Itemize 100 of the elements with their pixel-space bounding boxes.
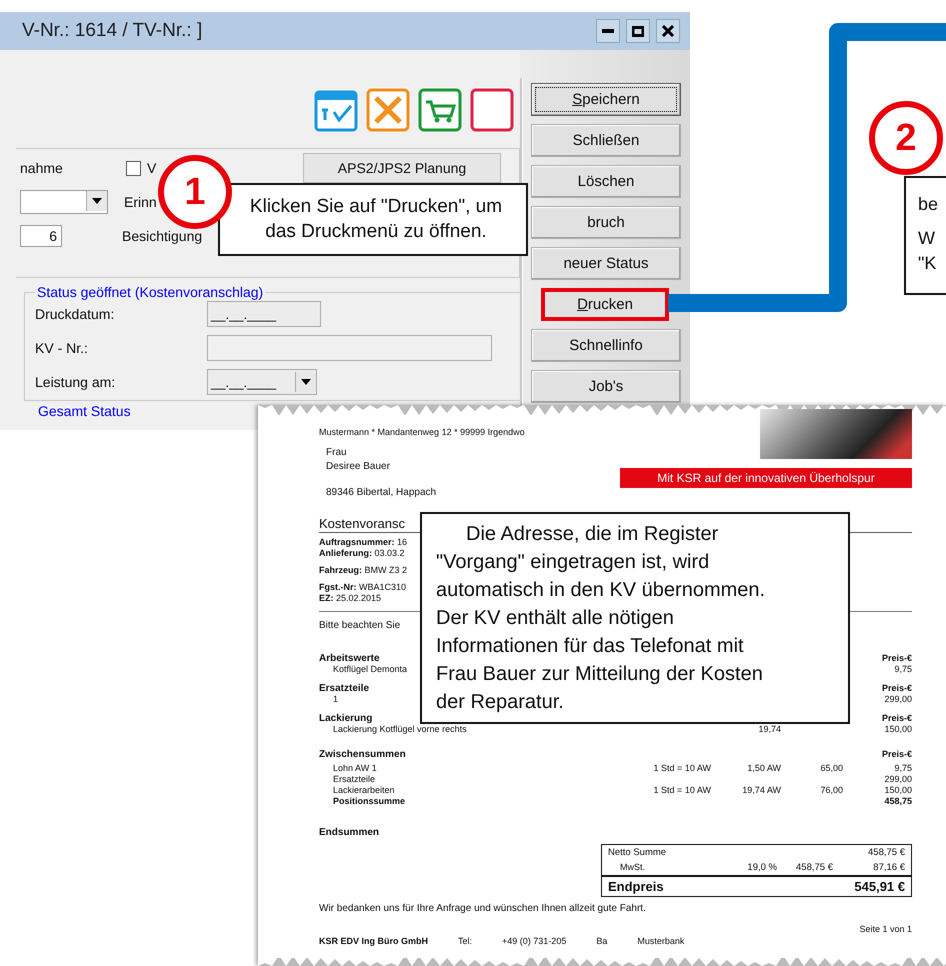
maximize-icon bbox=[632, 26, 644, 36]
side-button[interactable]: Schnellinfo bbox=[531, 329, 681, 362]
detail-value: 03.03.2 bbox=[374, 548, 405, 558]
totals-amount: 87,16 € bbox=[872, 862, 905, 873]
minimize-button[interactable] bbox=[596, 19, 620, 43]
caret-icon bbox=[301, 379, 311, 385]
detail-label: EZ: bbox=[319, 593, 334, 603]
empty-square-icon[interactable] bbox=[470, 88, 514, 132]
close-button[interactable] bbox=[656, 19, 680, 43]
column-heading: Preis-€ bbox=[882, 683, 912, 693]
number-field[interactable]: 6 bbox=[20, 225, 62, 247]
detail-label: Auftragsnummer: bbox=[319, 537, 395, 547]
callout-text: Die Adresse, die im Register "Vorgang" eingetragen ist, wird automatisch in den KV übernommen. Der KV enthält alle nötigen Informationen für das Telefonat mit Frau Bauer zur Mitteilung der Kosten der Reparatur. bbox=[435, 522, 766, 715]
line-item-text: Ersatzteile bbox=[333, 774, 376, 785]
line-item-price: 65,00 bbox=[819, 763, 843, 774]
line-item-units: 19,74 bbox=[757, 724, 781, 735]
window-title: V-Nr.: 1614 / TV-Nr.: ] bbox=[22, 20, 204, 42]
footer-text: Tel: bbox=[458, 936, 472, 946]
line-item-amount: 150,00 bbox=[883, 724, 912, 735]
field-label: Besichtigung bbox=[122, 228, 202, 244]
detail-value: 16 bbox=[397, 537, 408, 547]
calendar-check-icon[interactable] bbox=[314, 88, 358, 132]
callout-text: Klicken Sie auf "Drucken", um das Druckmenü zu öffnen. bbox=[248, 195, 504, 244]
side-button[interactable]: Job's bbox=[531, 370, 681, 403]
field-label: Leistung am: bbox=[35, 374, 116, 390]
group-legend: Status geöffnet (Kostenvoranschlag) bbox=[35, 284, 266, 300]
date-dropdown-field[interactable]: __.__.____ bbox=[207, 369, 317, 395]
column-heading: Preis-€ bbox=[882, 713, 912, 723]
field-label: Druckdatum: bbox=[35, 306, 116, 322]
line-item-amount: 9,75 bbox=[893, 664, 912, 675]
footer-text: Ba bbox=[596, 936, 608, 946]
field-label: nahme bbox=[20, 160, 64, 176]
recipient-name: Desiree Bauer bbox=[326, 461, 390, 472]
salutation: Frau bbox=[326, 447, 347, 458]
line-item-text: Positionssumme bbox=[333, 796, 406, 807]
line-item-units: 1,50 AW bbox=[746, 763, 781, 774]
line-item-units: 19,74 AW bbox=[741, 785, 781, 796]
totals-amount: 458,75 € bbox=[867, 847, 905, 858]
step-number-badge: 2 bbox=[869, 101, 943, 175]
side-button[interactable]: Drucken bbox=[541, 288, 669, 321]
section-title: Arbeitswerte bbox=[319, 653, 380, 664]
line-item-rate: 1 Std = 10 AW bbox=[652, 763, 711, 774]
group-legend: Gesamt Status bbox=[38, 403, 131, 419]
column-heading: Preis-€ bbox=[882, 749, 912, 759]
note-text: Bitte beachten Sie bbox=[319, 620, 400, 631]
line-item-amount: 299,00 bbox=[883, 774, 912, 785]
line-item-price: 76,00 bbox=[819, 785, 843, 796]
callout-text: W bbox=[917, 227, 936, 250]
planning-button[interactable]: APS2/JPS2 Planung bbox=[303, 153, 501, 183]
wrench-cross-icon[interactable] bbox=[366, 88, 410, 132]
closing-text: Wir bedanken uns für Ihre Anfrage und wünschen Ihnen allzeit gute Fahrt. bbox=[319, 903, 646, 914]
footer-text: Musterbank bbox=[637, 936, 684, 946]
totals-amount: 545,91 € bbox=[854, 879, 905, 894]
line-item-amount: 299,00 bbox=[883, 694, 912, 705]
line-item-text: 1 bbox=[333, 694, 338, 705]
footer-text: KSR EDV Ing Büro GmbH bbox=[319, 936, 428, 946]
section-title: Lackierung bbox=[319, 713, 372, 724]
line-item-text: Lackierarbeiten bbox=[333, 785, 395, 796]
text-field[interactable] bbox=[207, 335, 492, 361]
detail-value: 25.02.2015 bbox=[336, 593, 382, 603]
detail-label: Fahrzeug: bbox=[319, 565, 362, 575]
tax-base: 458,75 € bbox=[795, 862, 833, 873]
caret-icon bbox=[92, 198, 102, 204]
line-item-rate: 1 Std = 10 AW bbox=[652, 785, 711, 796]
slogan-banner: Mit KSR auf der innovativen Überholspur bbox=[620, 468, 912, 488]
field-label: KV - Nr.: bbox=[35, 340, 89, 356]
column-heading: Preis-€ bbox=[882, 653, 912, 663]
section-title: Ersatzteile bbox=[319, 683, 370, 694]
document-heading: Kostenvoransc bbox=[319, 516, 405, 531]
cart-icon[interactable] bbox=[418, 88, 462, 132]
maximize-button[interactable] bbox=[626, 19, 650, 43]
line-item-text: Kotflügel Demonta bbox=[333, 664, 408, 675]
side-button[interactable]: Speichern bbox=[531, 83, 681, 116]
checkbox[interactable] bbox=[126, 160, 141, 176]
line-item-amount: 9,75 bbox=[893, 763, 912, 774]
detail-label: Anlieferung: bbox=[319, 548, 372, 558]
side-button[interactable]: Schließen bbox=[531, 124, 681, 157]
close-icon bbox=[662, 25, 674, 37]
totals-label: MwSt. bbox=[620, 862, 646, 872]
callout-text: be bbox=[917, 193, 940, 216]
field-label: Erinn bbox=[124, 194, 157, 210]
detail-label: Fgst.-Nr: bbox=[319, 582, 356, 592]
line-item-text: Lohn AW 1 bbox=[333, 763, 377, 774]
section-title: Endsummen bbox=[319, 827, 380, 838]
detail-value: WBA1C310 bbox=[359, 582, 406, 592]
line-item-amount: 458,75 bbox=[883, 796, 912, 807]
line-item-text: Lackierung Kotflügel vorne rechts bbox=[333, 724, 467, 735]
tax-rate: 19,0 % bbox=[746, 862, 777, 873]
minimize-icon bbox=[602, 29, 614, 33]
side-button[interactable]: bruch bbox=[531, 206, 681, 239]
side-button[interactable]: neuer Status bbox=[531, 247, 681, 280]
section-title: Zwischensummen bbox=[319, 749, 406, 760]
callout-text: "K bbox=[917, 252, 938, 275]
side-button[interactable]: Löschen bbox=[531, 165, 681, 198]
footer-text: +49 (0) 731-205 bbox=[502, 936, 566, 946]
totals-label: Endpreis bbox=[608, 879, 664, 894]
date-field[interactable]: __.__.____ bbox=[207, 301, 321, 327]
detail-value: BMW Z3 2 bbox=[364, 565, 408, 575]
dropdown-field[interactable] bbox=[20, 190, 108, 214]
totals-label: Netto Summe bbox=[608, 847, 666, 858]
